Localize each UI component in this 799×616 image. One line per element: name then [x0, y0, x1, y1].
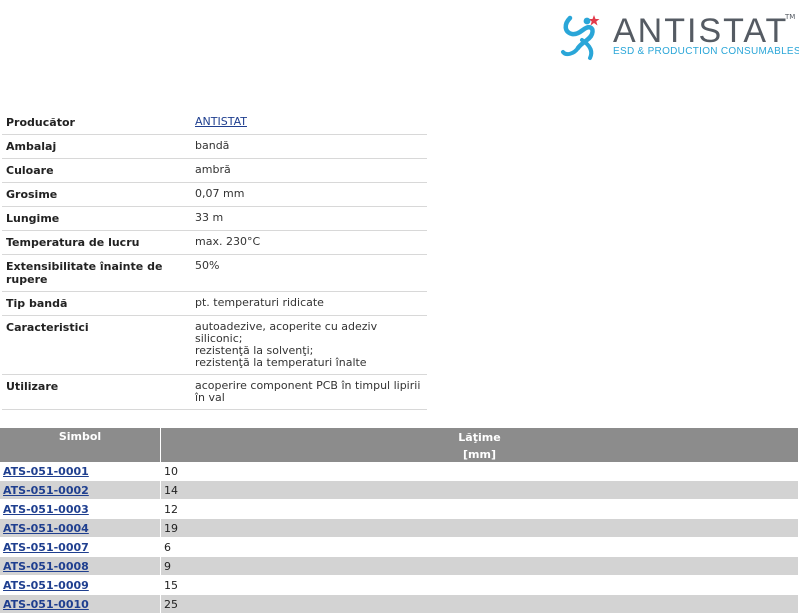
symbol-link[interactable]: ATS-051-0008 — [3, 560, 89, 573]
spec-label: Temperatura de lucru — [2, 230, 191, 255]
symbol-link[interactable]: ATS-051-0010 — [3, 598, 89, 611]
symbol-link[interactable]: ATS-051-0007 — [3, 541, 89, 554]
spec-value-line: rezistenţă la temperaturi înalte — [195, 356, 367, 369]
table-row: ATS-051-0003 12 — [0, 499, 799, 519]
table-row: ATS-051-0007 6 — [0, 537, 799, 557]
spec-label: Lungime — [2, 206, 191, 231]
figure-logo-icon — [561, 15, 600, 60]
trademark-mark: TM — [785, 13, 796, 21]
width-header: Lăţime — [160, 428, 799, 446]
specifications-table: Producător ANTISTAT Ambalaj bandă Culoar… — [2, 111, 427, 410]
spec-label: Ambalaj — [2, 134, 191, 159]
spec-label: Extensibilitate înainte de rupere — [2, 254, 191, 292]
symbol-link[interactable]: ATS-051-0001 — [3, 465, 89, 478]
table-row: ATS-051-0002 14 — [0, 480, 799, 500]
spec-row: Caracteristici autoadezive, acoperite cu… — [2, 315, 427, 375]
antistat-logo: ANTISTAT TM ESD & PRODUCTION CONSUMABLES — [558, 12, 799, 64]
table-row: ATS-051-0004 19 — [0, 518, 799, 538]
width-value: 10 — [160, 462, 799, 481]
table-row: ATS-051-0001 10 — [0, 462, 799, 481]
symbol-link[interactable]: ATS-051-0004 — [3, 522, 89, 535]
spec-label: Producător — [2, 111, 191, 135]
width-value: 9 — [160, 556, 799, 576]
spec-label: Grosime — [2, 182, 191, 207]
spec-label: Caracteristici — [2, 315, 191, 375]
width-value: 14 — [160, 480, 799, 500]
spec-value: max. 230°C — [191, 230, 427, 255]
spec-row: Temperatura de lucru max. 230°C — [2, 230, 427, 255]
symbol-link[interactable]: ATS-051-0003 — [3, 503, 89, 516]
width-value: 12 — [160, 499, 799, 519]
width-unit-header: [mm] — [160, 446, 799, 462]
spec-row: Culoare ambră — [2, 158, 427, 183]
table-row: ATS-051-0010 25 — [0, 594, 799, 614]
width-value: 15 — [160, 575, 799, 595]
spec-row: Lungime 33 m — [2, 206, 427, 231]
symbol-link[interactable]: ATS-051-0002 — [3, 484, 89, 497]
width-value: 6 — [160, 537, 799, 557]
spec-value: 0,07 mm — [191, 182, 427, 207]
spec-row: Tip bandă pt. temperaturi ridicate — [2, 291, 427, 316]
spec-value: 50% — [191, 254, 427, 292]
spec-row: Ambalaj bandă — [2, 134, 427, 159]
symbol-header: Simbol — [0, 428, 161, 462]
table-row: ATS-051-0008 9 — [0, 556, 799, 576]
spec-row: Extensibilitate înainte de rupere 50% — [2, 254, 427, 292]
table-row: ATS-051-0009 15 — [0, 575, 799, 595]
brand-name: ANTISTAT — [613, 12, 789, 50]
symbol-link[interactable]: ATS-051-0009 — [3, 579, 89, 592]
spec-label: Tip bandă — [2, 291, 191, 316]
spec-row: Producător ANTISTAT — [2, 111, 427, 135]
spec-value-line: autoadezive, acoperite cu adeziv silicon… — [195, 320, 378, 345]
width-value: 19 — [160, 518, 799, 538]
spec-label: Utilizare — [2, 374, 191, 410]
symbol-table: Simbol Lăţime [mm] ATS-051-0001 10 ATS-0… — [0, 428, 799, 614]
spec-row: Grosime 0,07 mm — [2, 182, 427, 207]
spec-value: bandă — [191, 134, 427, 159]
spec-row: Utilizare acoperire component PCB în tim… — [2, 374, 427, 410]
brand-tagline: ESD & PRODUCTION CONSUMABLES — [613, 46, 799, 57]
width-value: 25 — [160, 594, 799, 614]
spec-value: pt. temperaturi ridicate — [191, 291, 427, 316]
manufacturer-link[interactable]: ANTISTAT — [195, 115, 247, 128]
spec-value: ambră — [191, 158, 427, 183]
spec-value: acoperire component PCB în timpul lipiri… — [191, 374, 427, 410]
spec-value: 33 m — [191, 206, 427, 231]
spec-label: Culoare — [2, 158, 191, 183]
spec-value: autoadezive, acoperite cu adeziv silicon… — [191, 315, 427, 375]
